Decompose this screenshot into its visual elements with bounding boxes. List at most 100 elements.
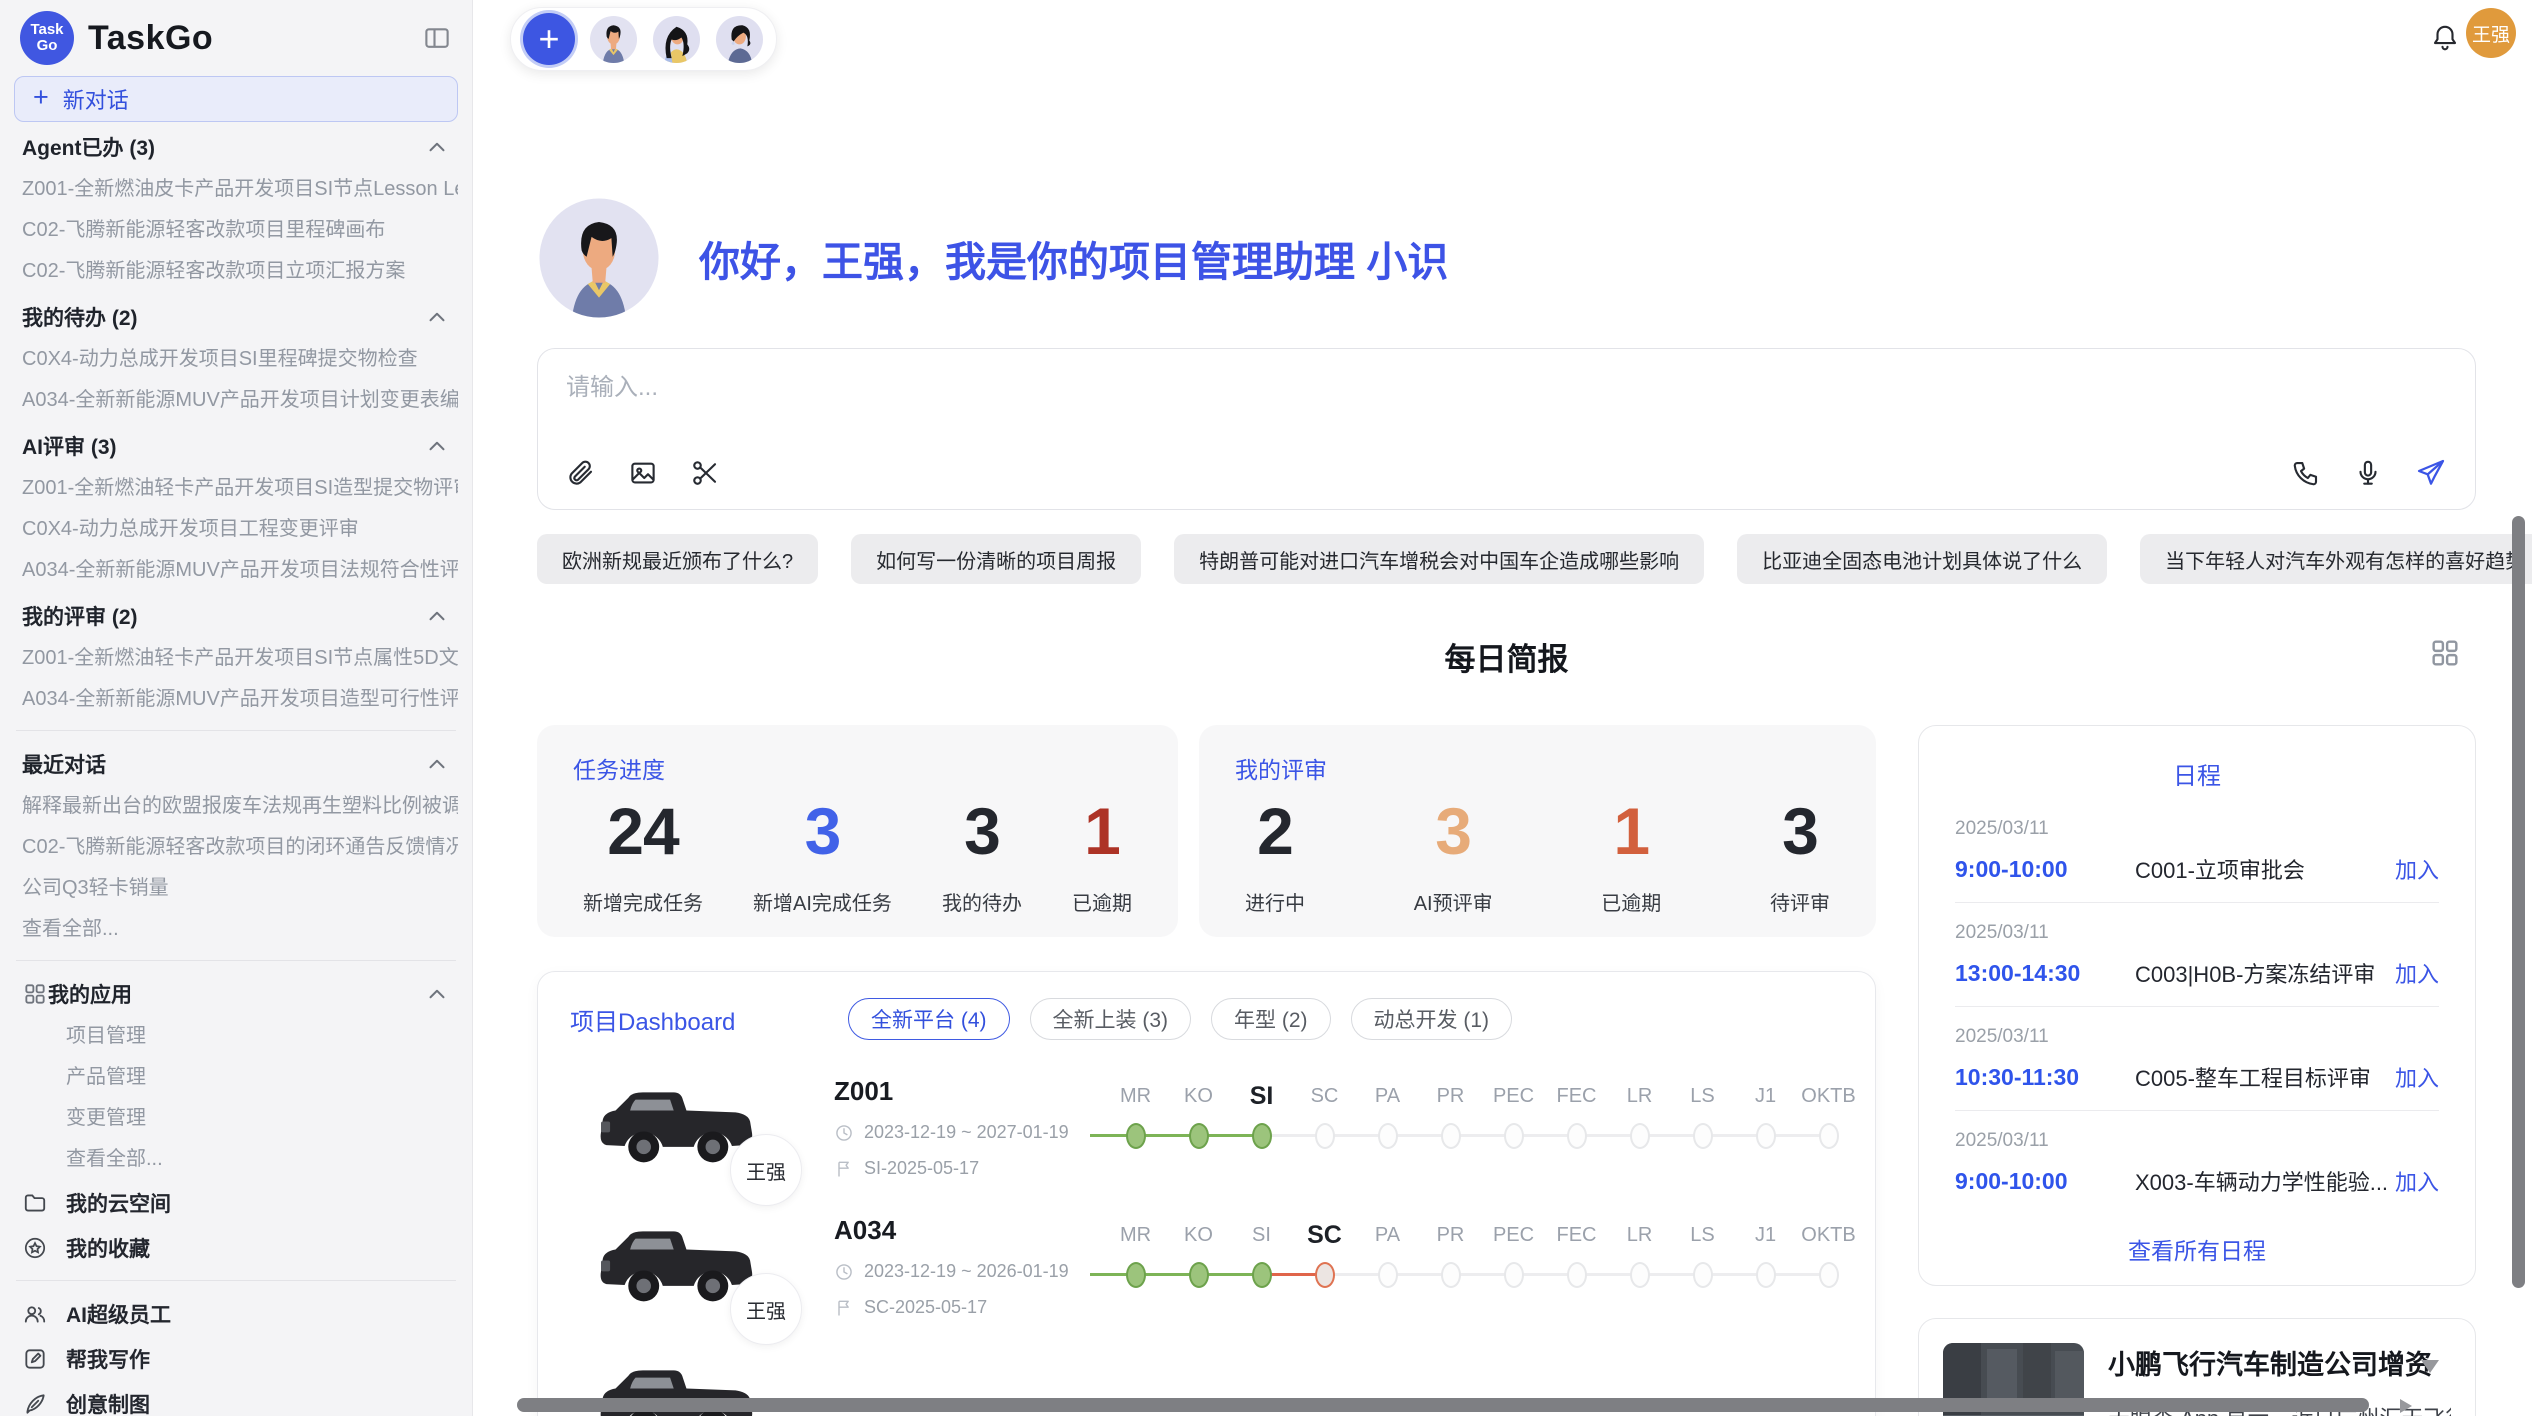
milestone-si: SI [1230, 1076, 1293, 1172]
chevron-up-icon[interactable] [424, 134, 450, 160]
recent-conversation-item[interactable]: 查看全部... [14, 909, 458, 950]
chevron-up-icon[interactable] [424, 981, 450, 1007]
milestone-label: LS [1671, 1215, 1734, 1255]
sidebar-section-header: 我的评审 (2) [14, 593, 458, 638]
app-menu-item[interactable]: 查看全部... [14, 1139, 458, 1180]
sidebar-item[interactable]: A034-全新新能源MUV产品开发项目造型可行性评审 [14, 679, 458, 720]
suggestion-chip[interactable]: 当下年轻人对汽车外观有怎样的喜好趋势 [2140, 534, 2532, 584]
milestone-pa: PA [1356, 1076, 1419, 1172]
milestone-dot [1189, 1262, 1209, 1288]
attachment-icon[interactable] [566, 458, 596, 488]
horizontal-scrollbar[interactable] [517, 1398, 2369, 1412]
sidebar-tool-write[interactable]: 帮我写作 [14, 1336, 458, 1381]
chevron-up-icon[interactable] [424, 304, 450, 330]
project-row[interactable]: 王强A0342023-12-19 ~ 2026-01-19SC-2025-05-… [570, 1215, 1843, 1318]
sidebar-item-star-badge[interactable]: 我的收藏 [14, 1225, 458, 1270]
microphone-icon[interactable] [2353, 458, 2383, 488]
agent-avatar-3[interactable] [715, 15, 764, 64]
join-meeting-link[interactable]: 加入 [2395, 853, 2439, 885]
chat-input[interactable] [566, 367, 2447, 429]
greeting-text: 你好，王强，我是你的项目管理助理 小识 [699, 228, 1448, 288]
milestone-dot [1126, 1262, 1146, 1288]
sidebar-item[interactable]: A034-全新新能源MUV产品开发项目法规符合性评审 [14, 550, 458, 591]
milestone-dot [1693, 1123, 1713, 1149]
send-icon[interactable] [2415, 457, 2447, 489]
recent-conversation-item[interactable]: 公司Q3轻卡销量 [14, 868, 458, 909]
sidebar-item[interactable]: C02-飞腾新能源轻客改款项目里程碑画布 [14, 210, 458, 251]
input-actions [566, 457, 2447, 489]
voice-call-icon[interactable] [2291, 458, 2321, 488]
dashboard-tab[interactable]: 全新上装 (3) [1030, 998, 1192, 1040]
schedule-date: 2025/03/11 [1955, 818, 2439, 840]
apps-grid-icon [22, 981, 48, 1007]
scroll-down-arrow[interactable] [2421, 1360, 2439, 1373]
recent-conversation-item[interactable]: C02-飞腾新能源轻客改款项目的闭环通告反馈情况 [14, 827, 458, 868]
new-chat-label: 新对话 [63, 83, 129, 115]
sidebar-tool-users[interactable]: AI超级员工 [14, 1291, 458, 1336]
sidebar-section-label: AI评审 (3) [22, 431, 424, 461]
stat-card-title: 任务进度 [573, 751, 1142, 785]
add-agent-button[interactable]: + [523, 13, 575, 65]
agent-avatar-1[interactable] [589, 15, 638, 64]
suggestion-chip[interactable]: 如何写一份清晰的项目周报 [851, 534, 1141, 584]
write-icon [22, 1346, 48, 1372]
suggestion-chip[interactable]: 特朗普可能对进口汽车增税会对中国车企造成哪些影响 [1174, 534, 1704, 584]
milestone-label: PA [1356, 1215, 1419, 1255]
sidebar-item[interactable]: A034-全新新能源MUV产品开发项目计划变更表编写 [14, 380, 458, 421]
suggestion-chips: 欧洲新规最近颁布了什么? 如何写一份清晰的项目周报特朗普可能对进口汽车增税会对中国… [537, 534, 2476, 584]
notification-bell-icon[interactable] [2430, 22, 2460, 54]
recent-conversation-item[interactable]: 解释最新出台的欧盟报废车法规再生塑料比例被调至15%... [14, 786, 458, 827]
user-avatar[interactable]: 王强 [2466, 8, 2516, 58]
sidebar-item[interactable]: Z001-全新燃油皮卡产品开发项目SI节点Lesson Learn报告 [14, 169, 458, 210]
sidebar-section-header: 我的应用 [14, 971, 458, 1016]
milestone-label: J1 [1734, 1215, 1797, 1255]
project-row[interactable]: 王强Z0012023-12-19 ~ 2027-01-19SI-2025-05-… [570, 1076, 1843, 1179]
chevron-up-icon[interactable] [424, 433, 450, 459]
agent-avatar-2[interactable] [652, 15, 701, 64]
project-image: 王强 [570, 1215, 772, 1315]
app-menu-item[interactable]: 产品管理 [14, 1057, 458, 1098]
app-menu-item[interactable]: 项目管理 [14, 1016, 458, 1057]
milestone-j1: J1 [1734, 1076, 1797, 1172]
join-meeting-link[interactable]: 加入 [2395, 1061, 2439, 1093]
join-meeting-link[interactable]: 加入 [2395, 1165, 2439, 1197]
stat-value: 2 [1245, 793, 1305, 869]
scissors-icon[interactable] [690, 458, 720, 488]
sidebar-item[interactable]: Z001-全新燃油轻卡产品开发项目SI节点属性5D文件评审 [14, 638, 458, 679]
collapse-sidebar-icon[interactable] [422, 23, 452, 53]
sidebar-item[interactable]: Z001-全新燃油轻卡产品开发项目SI造型提交物评审 [14, 468, 458, 509]
vertical-scrollbar[interactable] [2512, 516, 2525, 1288]
sidebar-item-label: AI超级员工 [66, 1299, 171, 1329]
quill-icon [22, 1391, 48, 1416]
date-range-text: 2023-12-19 ~ 2027-01-19 [864, 1122, 1069, 1143]
project-date-range: 2023-12-19 ~ 2027-01-19 [834, 1122, 1090, 1143]
chevron-up-icon[interactable] [424, 751, 450, 777]
app-menu-item[interactable]: 变更管理 [14, 1098, 458, 1139]
divider [16, 730, 456, 731]
milestone-label: J1 [1734, 1076, 1797, 1116]
briefing-title: 每日简报 [1445, 642, 1569, 677]
image-upload-icon[interactable] [628, 458, 658, 488]
suggestion-chip[interactable]: 欧洲新规最近颁布了什么? [537, 534, 818, 584]
sidebar-section-header: 我的待办 (2) [14, 294, 458, 339]
chevron-up-icon[interactable] [424, 603, 450, 629]
sidebar-item[interactable]: C0X4-动力总成开发项目工程变更评审 [14, 509, 458, 550]
milestone-dot [1819, 1123, 1839, 1149]
sidebar-section-label: Agent已办 (3) [22, 132, 424, 162]
dashboard-tab[interactable]: 动总开发 (1) [1351, 998, 1513, 1040]
new-chat-button[interactable]: + 新对话 [14, 76, 458, 122]
greeting-row: 你好，王强，我是你的项目管理助理 小识 [537, 196, 2476, 320]
sidebar-section-header: Agent已办 (3) [14, 124, 458, 169]
layout-grid-icon[interactable] [2428, 636, 2462, 670]
join-meeting-link[interactable]: 加入 [2395, 957, 2439, 989]
sidebar-item[interactable]: C0X4-动力总成开发项目SI里程碑提交物检查 [14, 339, 458, 380]
suggestion-chip[interactable]: 比亚迪全固态电池计划具体说了什么 [1737, 534, 2107, 584]
dashboard-tab[interactable]: 年型 (2) [1211, 998, 1331, 1040]
scroll-right-arrow[interactable] [2400, 1399, 2412, 1413]
sidebar-tool-quill[interactable]: 创意制图 [14, 1381, 458, 1416]
sidebar-item-folder[interactable]: 我的云空间 [14, 1180, 458, 1225]
view-all-schedule-link[interactable]: 查看所有日程 [1955, 1232, 2439, 1266]
milestone-label: KO [1167, 1076, 1230, 1116]
dashboard-tab[interactable]: 全新平台 (4) [848, 998, 1010, 1040]
sidebar-item[interactable]: C02-飞腾新能源轻客改款项目立项汇报方案 [14, 251, 458, 292]
